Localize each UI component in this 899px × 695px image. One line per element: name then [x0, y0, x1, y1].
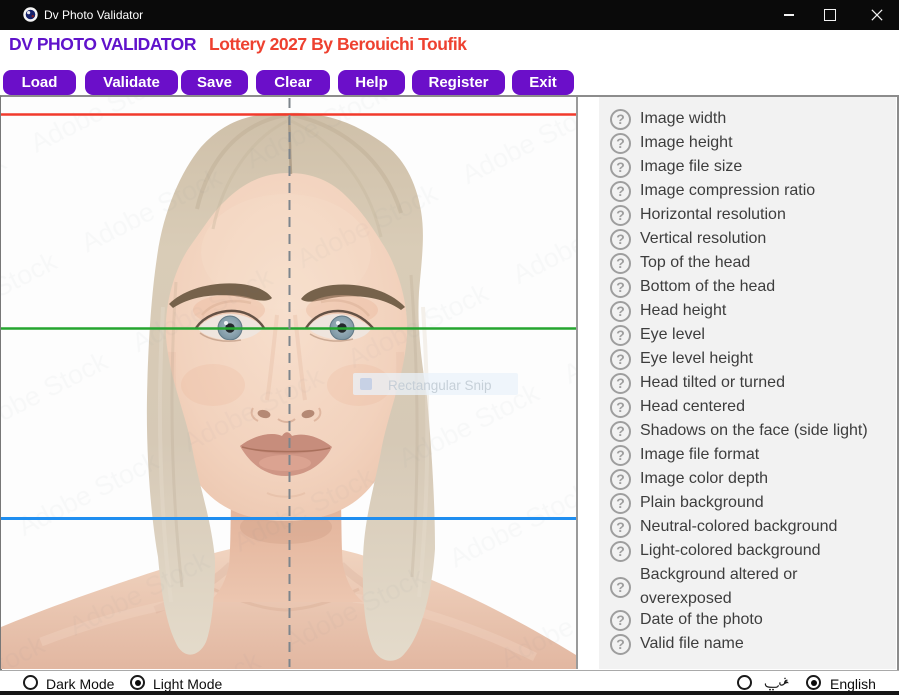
svg-text:Rectangular Snip: Rectangular Snip: [388, 378, 492, 393]
